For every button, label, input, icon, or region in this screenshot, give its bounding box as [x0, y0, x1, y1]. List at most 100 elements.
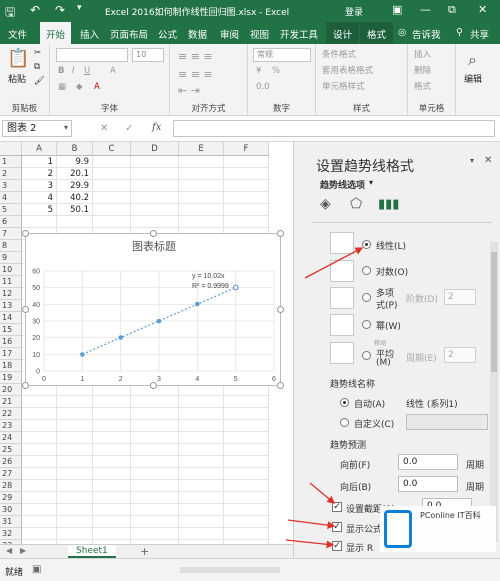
grid-cell[interactable] [22, 516, 57, 528]
period-stepper[interactable]: 2 [444, 347, 476, 363]
grid-cell[interactable] [22, 216, 57, 228]
format-painter-icon[interactable]: 🖌 [34, 76, 45, 86]
paste-icon[interactable]: 📋 [7, 48, 29, 69]
grid-cell[interactable] [131, 180, 179, 192]
grid-cell[interactable] [93, 432, 131, 444]
add-sheet-button[interactable]: + [140, 545, 149, 558]
grid-cell[interactable] [131, 480, 179, 492]
row-header[interactable]: 9 [0, 252, 22, 264]
grid-cell[interactable]: 50.1 [57, 204, 93, 216]
grid-cell[interactable] [93, 156, 131, 168]
grid-cell[interactable] [93, 444, 131, 456]
data-point[interactable] [156, 318, 162, 324]
grid-cell[interactable] [22, 468, 57, 480]
trendline-options-menu[interactable]: 趋势线选项 [320, 178, 365, 191]
column-header[interactable]: C [93, 142, 131, 156]
polynomial-radio[interactable] [362, 293, 371, 302]
redo-icon[interactable]: ↷ [55, 3, 65, 17]
font-color-button[interactable]: A [94, 82, 100, 92]
set-intercept-checkbox[interactable]: ✓ [332, 502, 342, 512]
grid-cell[interactable] [131, 516, 179, 528]
grid-cell[interactable] [131, 468, 179, 480]
font-size-select[interactable]: 10 [132, 48, 164, 62]
grid-cell[interactable] [57, 408, 93, 420]
row-header[interactable]: 31 [0, 516, 22, 528]
customize-toolbar-icon[interactable]: ▾ [77, 3, 82, 13]
grid-cell[interactable] [57, 444, 93, 456]
name-box-dropdown-icon[interactable]: ▾ [64, 123, 68, 132]
grid-cell[interactable]: 9.9 [57, 156, 93, 168]
power-radio[interactable] [362, 320, 371, 329]
grid-cell[interactable] [131, 528, 179, 540]
moving-average-radio[interactable] [362, 351, 371, 360]
insert-cells-button[interactable]: 插入 [414, 48, 431, 60]
indent-icon[interactable]: ⇤ ⇥ [178, 84, 200, 97]
tab-scroll-right[interactable]: ▶ [20, 546, 26, 555]
resize-handle[interactable] [22, 230, 29, 237]
grid-cell[interactable] [131, 192, 179, 204]
align-top-icon[interactable]: ≡ ≡ ≡ [178, 50, 213, 63]
row-header[interactable]: 17 [0, 348, 22, 360]
grid-cell[interactable] [93, 180, 131, 192]
grid-cell[interactable] [93, 192, 131, 204]
font-name-select[interactable] [56, 48, 128, 62]
row-header[interactable]: 20 [0, 384, 22, 396]
resize-handle[interactable] [277, 306, 284, 313]
tab-formulas[interactable]: 公式 [158, 27, 177, 41]
grid-cell[interactable]: 20.1 [57, 168, 93, 180]
resize-handle[interactable] [150, 382, 157, 389]
grid-cell[interactable] [22, 492, 57, 504]
fill-line-icon[interactable]: ◈ [320, 196, 331, 212]
share-button[interactable]: 共享 [470, 27, 489, 41]
grid-cell[interactable] [224, 432, 269, 444]
grid-cell[interactable] [57, 468, 93, 480]
row-header[interactable]: 24 [0, 432, 22, 444]
row-header[interactable]: 5 [0, 204, 22, 216]
grid-cell[interactable] [131, 420, 179, 432]
grid-cell[interactable] [93, 504, 131, 516]
pane-options-icon[interactable]: ▾ [470, 156, 474, 165]
tab-view[interactable]: 视图 [250, 27, 269, 41]
grid-cell[interactable] [57, 456, 93, 468]
copy-icon[interactable]: ⧉ [34, 62, 40, 72]
grid-cell[interactable] [179, 156, 224, 168]
grid-cell[interactable] [93, 516, 131, 528]
row-header[interactable]: 13 [0, 300, 22, 312]
grid-cell[interactable] [93, 168, 131, 180]
save-icon[interactable]: 🖫 [5, 3, 15, 24]
editing-button[interactable]: 编辑 [464, 72, 482, 85]
column-header[interactable]: A [22, 142, 57, 156]
custom-name-input[interactable] [406, 414, 488, 430]
order-stepper[interactable]: 2 [444, 289, 476, 305]
grid-cell[interactable] [57, 432, 93, 444]
grid-cell[interactable] [224, 216, 269, 228]
grid-cell[interactable] [57, 480, 93, 492]
row-header[interactable]: 29 [0, 492, 22, 504]
grid-cell[interactable] [131, 204, 179, 216]
grid-cell[interactable] [22, 504, 57, 516]
column-header[interactable]: B [57, 142, 93, 156]
row-header[interactable]: 26 [0, 456, 22, 468]
trendline-equation[interactable]: y = 10.02x [192, 273, 225, 280]
grid-cell[interactable] [93, 468, 131, 480]
grid-cell[interactable] [93, 456, 131, 468]
grid-cell[interactable] [131, 444, 179, 456]
grid-cell[interactable] [224, 420, 269, 432]
auto-name-radio[interactable] [340, 398, 349, 407]
grid-cell[interactable] [224, 180, 269, 192]
grid-cell[interactable]: 1 [22, 156, 57, 168]
grid-cell[interactable] [131, 216, 179, 228]
name-box[interactable]: 图表 2 [2, 120, 72, 137]
grid-cell[interactable]: 40.2 [57, 192, 93, 204]
effects-icon[interactable]: ⬠ [350, 196, 362, 212]
grid-cell[interactable] [57, 420, 93, 432]
grid-cell[interactable] [179, 492, 224, 504]
horizontal-scrollbar[interactable] [180, 567, 280, 573]
insert-function-button[interactable]: fx [152, 122, 161, 133]
show-equation-checkbox[interactable]: ✓ [332, 522, 342, 532]
grid-cell[interactable] [22, 444, 57, 456]
grid-cell[interactable] [57, 516, 93, 528]
grid-cell[interactable] [179, 204, 224, 216]
column-header[interactable]: F [224, 142, 269, 156]
find-icon[interactable]: ⌕ [468, 50, 477, 70]
